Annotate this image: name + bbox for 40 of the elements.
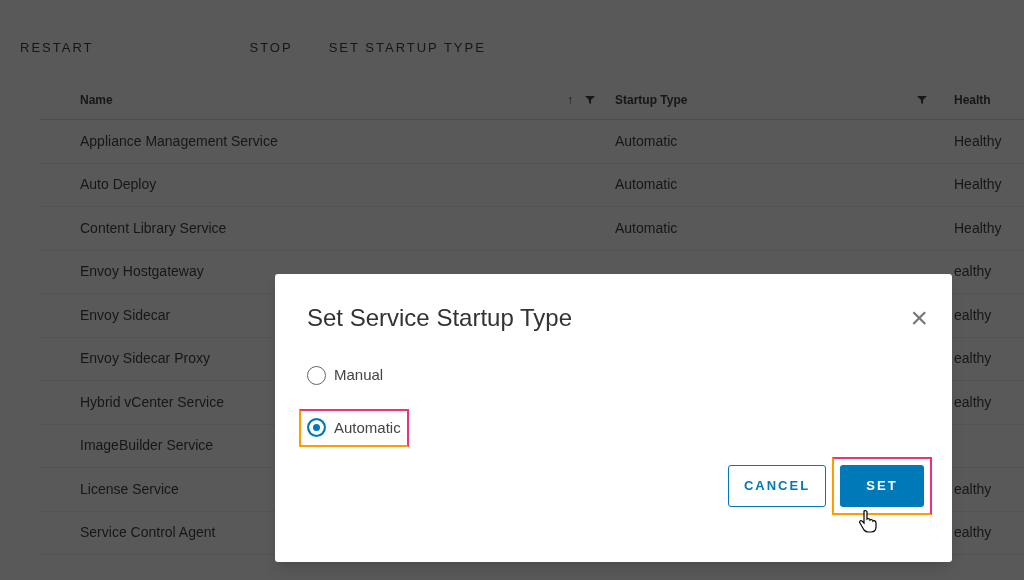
- table-cell: License Service: [80, 480, 179, 497]
- column-header[interactable]: Name: [80, 90, 555, 109]
- table-cell: ealthy: [954, 393, 992, 410]
- toolbar-button[interactable]: STOP: [249, 38, 293, 58]
- pointer-cursor-icon: [859, 509, 877, 533]
- table-cell: Envoy Sidecar Proxy: [80, 350, 210, 367]
- table-cell: Automatic: [615, 132, 678, 149]
- table-cell: Hybrid vCenter Service: [80, 393, 224, 410]
- filter-icon[interactable]: [585, 94, 595, 105]
- toolbar-button[interactable]: RESTART: [20, 38, 94, 58]
- table-cell: ealthy: [954, 524, 992, 541]
- sort-arrow[interactable]: ↑: [567, 90, 573, 109]
- table-cell: ealthy: [954, 480, 992, 497]
- table-cell: Automatic: [615, 176, 678, 193]
- filter-icon[interactable]: [917, 94, 927, 105]
- radio-option[interactable]: Manual: [307, 364, 384, 387]
- radio-option[interactable]: Automatic: [307, 416, 401, 439]
- close-button[interactable]: ×: [910, 303, 928, 333]
- table-cell: ealthy: [954, 306, 992, 323]
- table-cell: Envoy Sidecar: [80, 306, 171, 323]
- table-cell: Auto Deploy: [80, 176, 157, 193]
- dialog-title: Set Service Startup Type: [307, 303, 573, 333]
- table-cell: Automatic: [615, 219, 678, 236]
- table-cell: ealthy: [954, 350, 992, 367]
- table-cell: ImageBuilder Service: [80, 437, 214, 454]
- toolbar-button[interactable]: SET STARTUP TYPE: [328, 38, 486, 58]
- table-cell: Healthy: [954, 132, 1002, 149]
- table-cell: Appliance Management Service: [80, 132, 278, 149]
- table-cell: Healthy: [954, 176, 1002, 193]
- column-header[interactable]: Health: [942, 90, 991, 109]
- table-cell: Envoy Hostgateway: [80, 263, 204, 280]
- table-cell: Healthy: [954, 219, 1002, 236]
- table-cell: Content Library Service: [80, 219, 227, 236]
- column-header[interactable]: Startup Type: [615, 90, 917, 109]
- radio-button[interactable]: [307, 365, 326, 385]
- table-cell: Service Control Agent: [80, 524, 216, 541]
- cancel-button[interactable]: CANCEL: [728, 465, 826, 507]
- radio-button[interactable]: [307, 418, 326, 438]
- set-button[interactable]: SET: [840, 465, 924, 507]
- table-cell: ealthy: [954, 263, 992, 280]
